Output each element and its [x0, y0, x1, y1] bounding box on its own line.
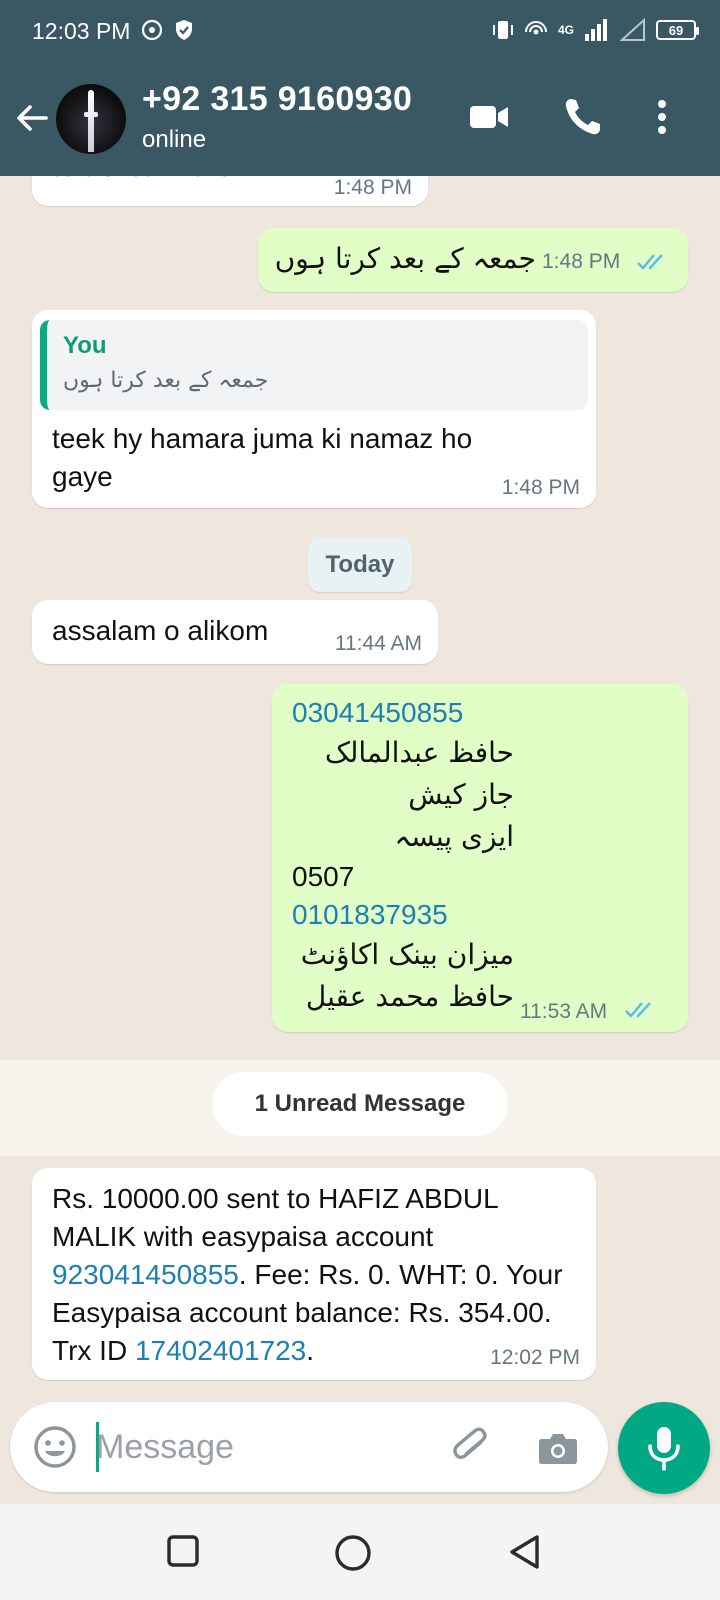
- message-incoming[interactable]: assalam o alikom 11:44 AM: [32, 600, 438, 664]
- message-text-part: .: [306, 1335, 315, 1366]
- read-ticks-icon: [637, 254, 663, 270]
- video-call-icon[interactable]: [468, 96, 510, 138]
- mic-icon: [648, 1427, 680, 1471]
- message-incoming[interactable]: to abi call karo??? 1:48 PM: [32, 176, 428, 206]
- chat-header: +92 315 9160930 online: [0, 70, 720, 176]
- message-text-part: Rs. 10000.00 sent to HAFIZ ABDUL MALIK w…: [52, 1183, 498, 1252]
- message-time: 1:48 PM: [501, 476, 580, 499]
- mic-button[interactable]: [618, 1402, 710, 1494]
- emoji-icon[interactable]: [32, 1424, 78, 1470]
- message-input[interactable]: [96, 1420, 436, 1474]
- compose-bar: [10, 1402, 608, 1492]
- network-type: 4G: [557, 23, 574, 37]
- wifi-calling-icon: [524, 21, 547, 35]
- message-outgoing[interactable]: جمعہ کے بعد کرتا ہوں 1:48 PM: [258, 228, 688, 292]
- status-bar: 12:03 PM 4G 69: [0, 0, 720, 62]
- unread-banner: 1 Unread Message: [212, 1072, 508, 1136]
- nav-home-icon[interactable]: [334, 1534, 372, 1572]
- signal-empty-icon: [620, 18, 645, 41]
- message-line: ایزی پیسہ: [394, 820, 514, 853]
- message-text: to abi call karo???: [52, 176, 279, 186]
- unread-banner-band: 1 Unread Message: [0, 1060, 720, 1156]
- chat-area[interactable]: to abi call karo??? 1:48 PM جمعہ کے بعد …: [0, 176, 720, 1402]
- status-left-icons: [140, 18, 196, 42]
- avatar[interactable]: [56, 84, 126, 154]
- contact-status: online: [142, 126, 207, 153]
- message-text: جمعہ کے بعد کرتا ہوں: [274, 242, 536, 275]
- quoted-message[interactable]: You جمعہ کے بعد کرتا ہوں: [40, 320, 588, 410]
- hotspot-icon: [141, 19, 163, 41]
- battery-indicator: 69: [656, 20, 699, 40]
- message-outgoing[interactable]: 03041450855 حافظ عبدالمالک جاز کیش ایزی …: [272, 684, 688, 1032]
- message-time: 1:48 PM: [542, 250, 621, 273]
- phone-icon[interactable]: [562, 96, 602, 138]
- message-time: 1:48 PM: [333, 176, 412, 199]
- signal-icon: [585, 19, 607, 41]
- message-text: teek hy hamara juma ki namaz ho gaye: [52, 423, 473, 492]
- system-nav-bar: [0, 1504, 720, 1600]
- quoted-author: You: [63, 332, 107, 359]
- nav-back-icon[interactable]: [508, 1534, 542, 1570]
- message-text: assalam o alikom: [52, 615, 269, 646]
- message-line: 0507: [292, 861, 355, 892]
- camera-icon[interactable]: [536, 1426, 580, 1470]
- more-options-icon[interactable]: [650, 96, 674, 138]
- message-line: میزان بینک اکاؤنٹ: [300, 938, 514, 971]
- contact-name[interactable]: +92 315 9160930: [142, 80, 412, 119]
- message-lines: 03041450855 حافظ عبدالمالک جاز کیش ایزی …: [292, 694, 514, 1020]
- message-line-link[interactable]: 0101837935: [292, 896, 514, 936]
- avatar-minaret-shape: [88, 90, 94, 152]
- message-incoming-reply[interactable]: You جمعہ کے بعد کرتا ہوں teek hy hamara …: [32, 310, 596, 508]
- message-time: 11:44 AM: [334, 632, 422, 655]
- attach-icon[interactable]: [450, 1426, 494, 1470]
- date-separator: Today: [308, 538, 412, 592]
- account-number-link[interactable]: 923041450855: [52, 1259, 239, 1290]
- message-line: حافظ عبدالمالک: [324, 736, 514, 769]
- top-bar: 12:03 PM 4G 69 +92 315 9160930 online: [0, 0, 720, 176]
- read-ticks-icon: [625, 1002, 651, 1018]
- message-time: 12:02 PM: [490, 1346, 580, 1369]
- avatar-minaret-balcony: [84, 112, 98, 117]
- status-time: 12:03 PM: [32, 18, 131, 44]
- shield-icon: [176, 20, 192, 40]
- status-right-icons: 4G 69: [492, 18, 699, 42]
- quoted-text: جمعہ کے بعد کرتا ہوں: [63, 368, 269, 393]
- back-arrow-icon[interactable]: [14, 100, 50, 136]
- message-line-link[interactable]: 03041450855: [292, 694, 514, 734]
- message-line: حافظ محمد عقیل: [305, 980, 514, 1013]
- message-text: Rs. 10000.00 sent to HAFIZ ABDUL MALIK w…: [52, 1180, 582, 1370]
- trx-id-link[interactable]: 17402401723: [135, 1335, 306, 1366]
- message-incoming[interactable]: Rs. 10000.00 sent to HAFIZ ABDUL MALIK w…: [32, 1168, 596, 1380]
- vibrate-icon: [492, 21, 513, 39]
- nav-recents-icon[interactable]: [166, 1534, 200, 1568]
- message-line: جاز کیش: [408, 778, 514, 811]
- message-time: 11:53 AM: [520, 1000, 608, 1023]
